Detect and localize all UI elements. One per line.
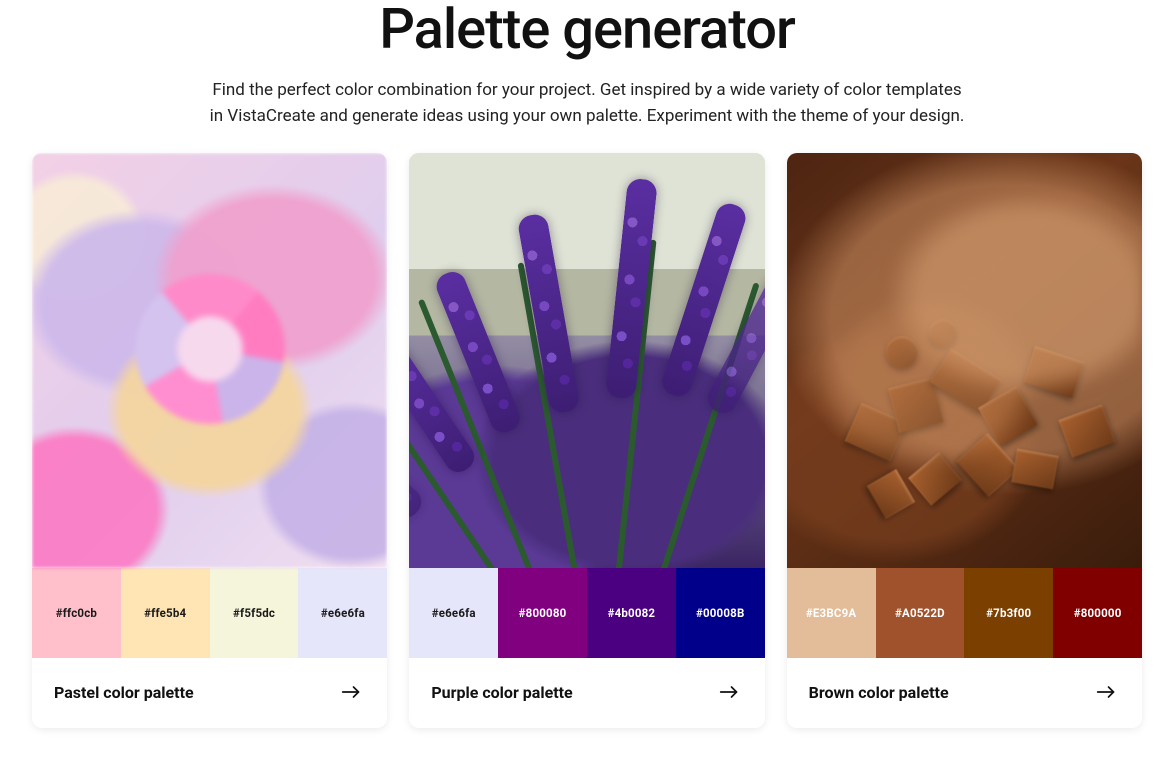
palette-thumbnail <box>787 153 1142 568</box>
palette-footer: Purple color palette <box>409 658 764 728</box>
color-swatch[interactable]: #e6e6fa <box>298 568 387 658</box>
color-swatch[interactable]: #E3BC9A <box>787 568 876 658</box>
page-header: Palette generator Find the perfect color… <box>32 0 1142 129</box>
arrow-right-icon <box>719 685 739 699</box>
palette-grid: #ffc0cb #ffe5b4 #f5f5dc #e6e6fa Pastel c… <box>32 153 1142 728</box>
open-palette-button[interactable] <box>337 678 365 706</box>
palette-footer: Brown color palette <box>787 658 1142 728</box>
color-swatch[interactable]: #7b3f00 <box>964 568 1053 658</box>
palette-card-purple[interactable]: #e6e6fa #800080 #4b0082 #00008B Purple c… <box>409 153 764 728</box>
arrow-right-icon <box>1096 685 1116 699</box>
page-description: Find the perfect color combination for y… <box>207 77 967 130</box>
palette-title: Brown color palette <box>809 683 949 702</box>
color-swatch[interactable]: #800080 <box>498 568 587 658</box>
page-title: Palette generator <box>32 0 1142 59</box>
color-swatch[interactable]: #ffc0cb <box>32 568 121 658</box>
palette-thumbnail <box>409 153 764 568</box>
swatch-row: #e6e6fa #800080 #4b0082 #00008B <box>409 568 764 658</box>
open-palette-button[interactable] <box>715 678 743 706</box>
palette-title: Purple color palette <box>431 683 572 702</box>
color-swatch[interactable]: #f5f5dc <box>210 568 299 658</box>
color-swatch[interactable]: #e6e6fa <box>409 568 498 658</box>
palette-footer: Pastel color palette <box>32 658 387 728</box>
arrow-right-icon <box>341 685 361 699</box>
color-swatch[interactable]: #4b0082 <box>587 568 676 658</box>
palette-thumbnail <box>32 153 387 568</box>
palette-title: Pastel color palette <box>54 683 194 702</box>
open-palette-button[interactable] <box>1092 678 1120 706</box>
swatch-row: #E3BC9A #A0522D #7b3f00 #800000 <box>787 568 1142 658</box>
palette-card-brown[interactable]: #E3BC9A #A0522D #7b3f00 #800000 Brown co… <box>787 153 1142 728</box>
swatch-row: #ffc0cb #ffe5b4 #f5f5dc #e6e6fa <box>32 568 387 658</box>
color-swatch[interactable]: #00008B <box>676 568 765 658</box>
color-swatch[interactable]: #A0522D <box>876 568 965 658</box>
palette-card-pastel[interactable]: #ffc0cb #ffe5b4 #f5f5dc #e6e6fa Pastel c… <box>32 153 387 728</box>
color-swatch[interactable]: #ffe5b4 <box>121 568 210 658</box>
color-swatch[interactable]: #800000 <box>1053 568 1142 658</box>
